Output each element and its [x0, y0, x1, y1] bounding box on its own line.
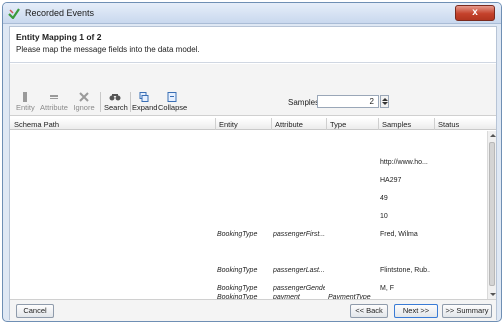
scroll-up-icon[interactable]	[490, 134, 496, 137]
samples-cell: M, F	[380, 285, 394, 292]
samples-cell: 10	[380, 213, 388, 220]
samples-spinner[interactable]	[380, 95, 389, 108]
table-row[interactable]: BookFlightRequest:flightNumberIgnored	[10, 167, 488, 176]
back-button[interactable]: << Back	[350, 304, 388, 318]
summary-button[interactable]: >> Summary	[442, 304, 492, 318]
samples-label: Samples	[288, 98, 320, 107]
scroll-down-icon[interactable]	[490, 293, 496, 296]
close-button[interactable]: x	[455, 5, 495, 21]
entity-icon	[23, 92, 27, 102]
attribute-cell: passengerLast...	[273, 267, 325, 274]
table-row[interactable]: BookFlightRequest:bookFlightRequestIgnor…	[10, 149, 488, 158]
table-row[interactable]: BookFlightRequest:passengerGenderIgnored	[10, 275, 488, 284]
window-title: Recorded Events	[25, 8, 95, 18]
column-header-schema-path[interactable]: Schema Path	[14, 120, 59, 129]
samples-cell: Flintstone, Rub...	[380, 267, 430, 274]
table-row[interactable]: xmlns:BookFlightRequesthttp://www.ho...I…	[10, 158, 488, 167]
table-row[interactable]: BookingType passengerLast... Flintstone, R…	[10, 266, 488, 275]
next-button[interactable]: Next >>	[394, 304, 438, 318]
table-body: TextIgnoredtextIgnoredBookFlightRequest:…	[10, 131, 488, 299]
attribute-cell: passengerFirst...	[273, 231, 325, 238]
attribute-cell: passengerGender	[273, 285, 325, 292]
collapse-icon	[167, 92, 177, 102]
spinner-up-icon[interactable]	[382, 98, 388, 101]
samples-cell: http://www.ho...	[380, 159, 428, 166]
column-header-samples[interactable]: Samples	[382, 120, 411, 129]
wizard-header: Entity Mapping 1 of 2 Please map the mes…	[10, 27, 496, 63]
table-row[interactable]: BookingTypepassengerGenderM, FNew	[10, 284, 488, 293]
samples-cell: HA297	[380, 177, 402, 184]
page-title: Entity Mapping 1 of 2	[16, 32, 102, 42]
table-row[interactable]: TextIgnored	[10, 131, 488, 140]
table-row[interactable]: HA297Ignored	[10, 176, 488, 185]
title-bar: Recorded Events x	[3, 3, 501, 24]
column-header-attribute[interactable]: Attribute	[275, 120, 303, 129]
collapse-button[interactable]: Collapse	[158, 92, 187, 114]
toolbar-separator	[130, 92, 131, 112]
mapping-table: Schema Path Entity Attribute Type Sample…	[10, 118, 496, 299]
attribute-button[interactable]: Attribute	[40, 92, 68, 114]
spinner-down-icon[interactable]	[382, 102, 388, 105]
cancel-button[interactable]: Cancel	[16, 304, 54, 318]
recorded-events-window: Recorded Events x Entity Mapping 1 of 2 …	[2, 2, 502, 322]
table-row[interactable]: BookFlightRequest:passengerLastNameIgnor…	[10, 257, 488, 266]
toolbar-separator	[100, 92, 101, 112]
entity-cell: BookingType	[217, 285, 258, 292]
samples-cell: 49	[380, 195, 388, 202]
table-row[interactable]: 10Ignored	[10, 212, 488, 221]
vertical-scrollbar[interactable]	[487, 131, 496, 299]
table-row[interactable]: BookFlightRequest:passengerFirstNameIgno…	[10, 221, 488, 230]
column-header-status[interactable]: Status	[438, 120, 459, 129]
expand-button[interactable]: Expand	[132, 92, 157, 114]
table-header: Schema Path Entity Attribute Type Sample…	[10, 118, 496, 130]
app-logo-icon	[8, 8, 20, 19]
table-row[interactable]: textIgnored	[10, 140, 488, 149]
table-row[interactable]: BookFlightRequest:priceIgnored	[10, 203, 488, 212]
samples-cell: Fred, Wilma	[380, 231, 418, 238]
expand-icon	[139, 92, 149, 102]
entity-cell: BookingType	[217, 231, 258, 238]
column-header-type[interactable]: Type	[330, 120, 346, 129]
table-row[interactable]: BookFlightRequest:passengerMiddleNameIgn…	[10, 239, 488, 248]
table-row[interactable]: BookFlightRequest:weekNumberIgnored	[10, 185, 488, 194]
wizard-content: Entity Mapping 1 of 2 Please map the mes…	[9, 26, 497, 321]
column-header-entity[interactable]: Entity	[219, 120, 238, 129]
table-row[interactable]: Ignored	[10, 248, 488, 257]
table-row[interactable]: 49Ignored	[10, 194, 488, 203]
attribute-icon	[50, 95, 58, 99]
table-row[interactable]: BookingTypepassengerFirst...Fred, WilmaN…	[10, 230, 488, 239]
entity-cell: BookingType	[217, 267, 258, 274]
ignore-x-icon	[79, 92, 89, 102]
entity-button[interactable]: Entity	[16, 92, 35, 114]
page-subtitle: Please map the message fields into the d…	[16, 45, 200, 54]
samples-input[interactable]: 2	[317, 95, 379, 108]
binoculars-icon	[109, 94, 121, 101]
toolbar: Entity Attribute Ignore Search Expand Co…	[10, 64, 496, 116]
search-button[interactable]: Search	[104, 92, 128, 114]
ignore-button[interactable]: Ignore	[72, 92, 96, 114]
scroll-thumb[interactable]	[489, 142, 495, 286]
wizard-footer: Cancel << Back Next >> >> Summary	[10, 299, 496, 321]
